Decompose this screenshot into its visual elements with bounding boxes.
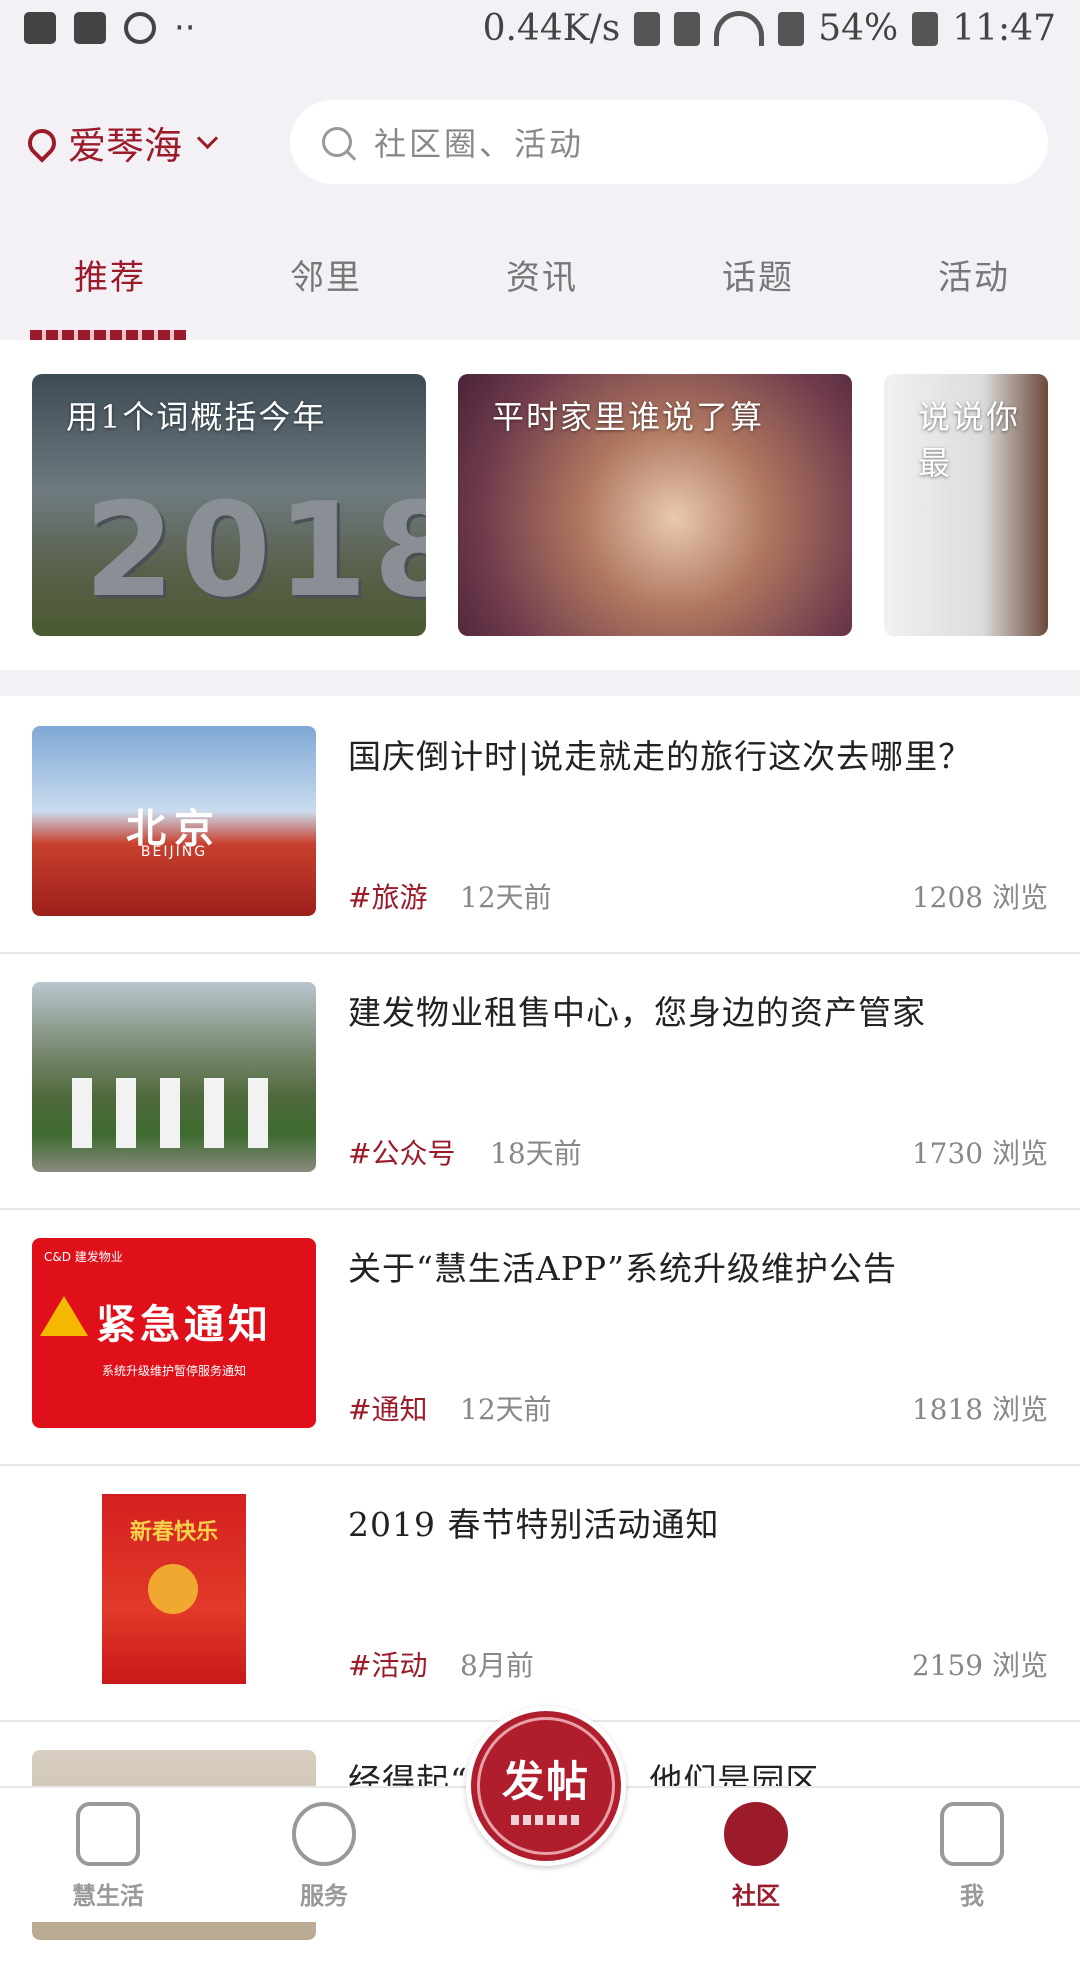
poster-image: 新春快乐 [102, 1494, 246, 1684]
feed-views: 2159 浏览 [911, 1649, 1048, 1682]
feed-thumbnail [32, 982, 316, 1172]
lantern-icon [148, 1564, 198, 1614]
staff-group-image [72, 1078, 276, 1148]
post-button[interactable]: 发帖 [466, 1706, 626, 1866]
nfc-icon [674, 11, 701, 46]
location-selector[interactable]: 爱琴海 [22, 115, 219, 170]
feed-title: 2019 春节特别活动通知 [348, 1505, 720, 1544]
feed-tag[interactable]: #活动 [348, 1644, 427, 1684]
topic-carousel: 2018 用1个词概括今年 平时家里谁说了算 说说你最 [0, 340, 1080, 670]
nav-label: 我 [960, 1882, 984, 1910]
search-input[interactable]: 社区圈、活动 [290, 100, 1048, 184]
wifi-icon [714, 11, 765, 46]
feed-item[interactable]: 北京 BEIJING 国庆倒计时|说走就走的旅行这次去哪里？ #旅游 12天前 … [0, 696, 1080, 954]
tab-neighbors[interactable]: 邻里 [290, 250, 362, 299]
signal-icon [778, 11, 805, 46]
topic-card[interactable]: 说说你最 [884, 374, 1048, 636]
network-speed: 0.44K/s [482, 8, 621, 49]
thumb-text: 紧急通知 [96, 1302, 272, 1348]
topic-card[interactable]: 平时家里谁说了算 [458, 374, 852, 636]
gate-decoration-icon [511, 1814, 581, 1825]
feed-item[interactable]: C&D 建发物业 紧急通知 系统升级维护暂停服务通知 关于“慧生活APP”系统升… [0, 1208, 1080, 1466]
card-title: 说说你最 [918, 398, 1021, 482]
community-icon [724, 1802, 788, 1866]
feed-views: 1208 浏览 [911, 881, 1048, 914]
post-button-label: 发帖 [501, 1756, 590, 1806]
feed-time: 12天前 [460, 1393, 552, 1426]
feed-views: 1818 浏览 [911, 1393, 1048, 1426]
nav-label: 社区 [732, 1882, 780, 1910]
feed-title: 关于“慧生活APP”系统升级维护公告 [348, 1249, 897, 1288]
tab-activities[interactable]: 活动 [938, 250, 1010, 299]
thumb-subtext: BEIJING [140, 844, 208, 860]
feed-thumbnail: 新春快乐 [32, 1494, 316, 1684]
feed-title: 建发物业租售中心，您身边的资产管家 [348, 993, 926, 1032]
nav-label: 慧生活 [72, 1882, 144, 1910]
section-divider [0, 670, 1080, 696]
feed-item[interactable]: 建发物业租售中心，您身边的资产管家 #公众号 18天前 1730 浏览 [0, 952, 1080, 1210]
tab-indicator [30, 330, 186, 340]
post-button-inner: 发帖 [477, 1717, 615, 1855]
thumb-brand: C&D 建发物业 [44, 1250, 123, 1264]
location-name: 爱琴海 [68, 124, 183, 168]
feed-tag[interactable]: #旅游 [348, 876, 427, 916]
header-area: ·· 0.44K/s 54% 11:47 爱琴海 社区圈、活动 推荐 邻里 资讯… [0, 0, 1080, 340]
feed-time: 8月前 [460, 1649, 534, 1682]
status-left-icons: ·· [24, 8, 196, 48]
nav-home[interactable]: 慧生活 [48, 1802, 168, 1911]
cd-logo-icon [76, 1802, 140, 1866]
chevron-down-icon [196, 127, 219, 150]
feed-tag[interactable]: #通知 [348, 1388, 427, 1428]
feed-item[interactable]: 新春快乐 2019 春节特别活动通知 #活动 8月前 2159 浏览 [0, 1464, 1080, 1722]
status-right: 0.44K/s 54% 11:47 [483, 8, 1056, 49]
feed-title: 国庆倒计时|说走就走的旅行这次去哪里？ [348, 737, 973, 776]
more-dots-icon: ·· [174, 8, 196, 48]
warning-icon [40, 1296, 88, 1336]
search-icon [322, 127, 352, 157]
search-placeholder: 社区圈、活动 [374, 125, 585, 163]
card-title: 平时家里谁说了算 [492, 398, 765, 436]
feed-time: 18天前 [490, 1137, 582, 1170]
battery-icon [912, 11, 939, 46]
feed-tag[interactable]: #公众号 [348, 1132, 455, 1172]
service-icon [292, 1802, 356, 1866]
topic-card[interactable]: 2018 用1个词概括今年 [32, 374, 426, 636]
tab-recommend[interactable]: 推荐 [74, 250, 146, 299]
nav-label: 服务 [300, 1882, 348, 1910]
feed-views: 1730 浏览 [911, 1137, 1048, 1170]
nav-services[interactable]: 服务 [264, 1802, 384, 1911]
nav-community[interactable]: 社区 [696, 1802, 816, 1911]
thumb-subtext: 系统升级维护暂停服务通知 [101, 1364, 246, 1378]
battery-percent: 54% [818, 8, 899, 49]
thumb-text: 新春快乐 [129, 1519, 218, 1545]
tab-bar: 推荐 邻里 资讯 话题 活动 [0, 250, 1080, 310]
feed-thumbnail: 北京 BEIJING [32, 726, 316, 916]
sync-icon [124, 12, 156, 44]
status-bar: ·· 0.44K/s 54% 11:47 [0, 0, 1080, 66]
tab-news[interactable]: 资讯 [506, 250, 578, 299]
nav-me[interactable]: 我 [912, 1802, 1032, 1911]
bluetooth-icon [634, 11, 661, 46]
feed-time: 12天前 [460, 881, 552, 914]
profile-icon [940, 1802, 1004, 1866]
card-title: 用1个词概括今年 [66, 398, 327, 436]
card-image-text: 2018 [84, 474, 426, 626]
location-pin-icon [22, 122, 62, 163]
tab-topics[interactable]: 话题 [722, 250, 794, 299]
feed-thumbnail: C&D 建发物业 紧急通知 系统升级维护暂停服务通知 [32, 1238, 316, 1428]
gallery-icon [24, 12, 56, 44]
shopping-bag-icon [74, 12, 106, 44]
clock: 11:47 [952, 8, 1056, 49]
